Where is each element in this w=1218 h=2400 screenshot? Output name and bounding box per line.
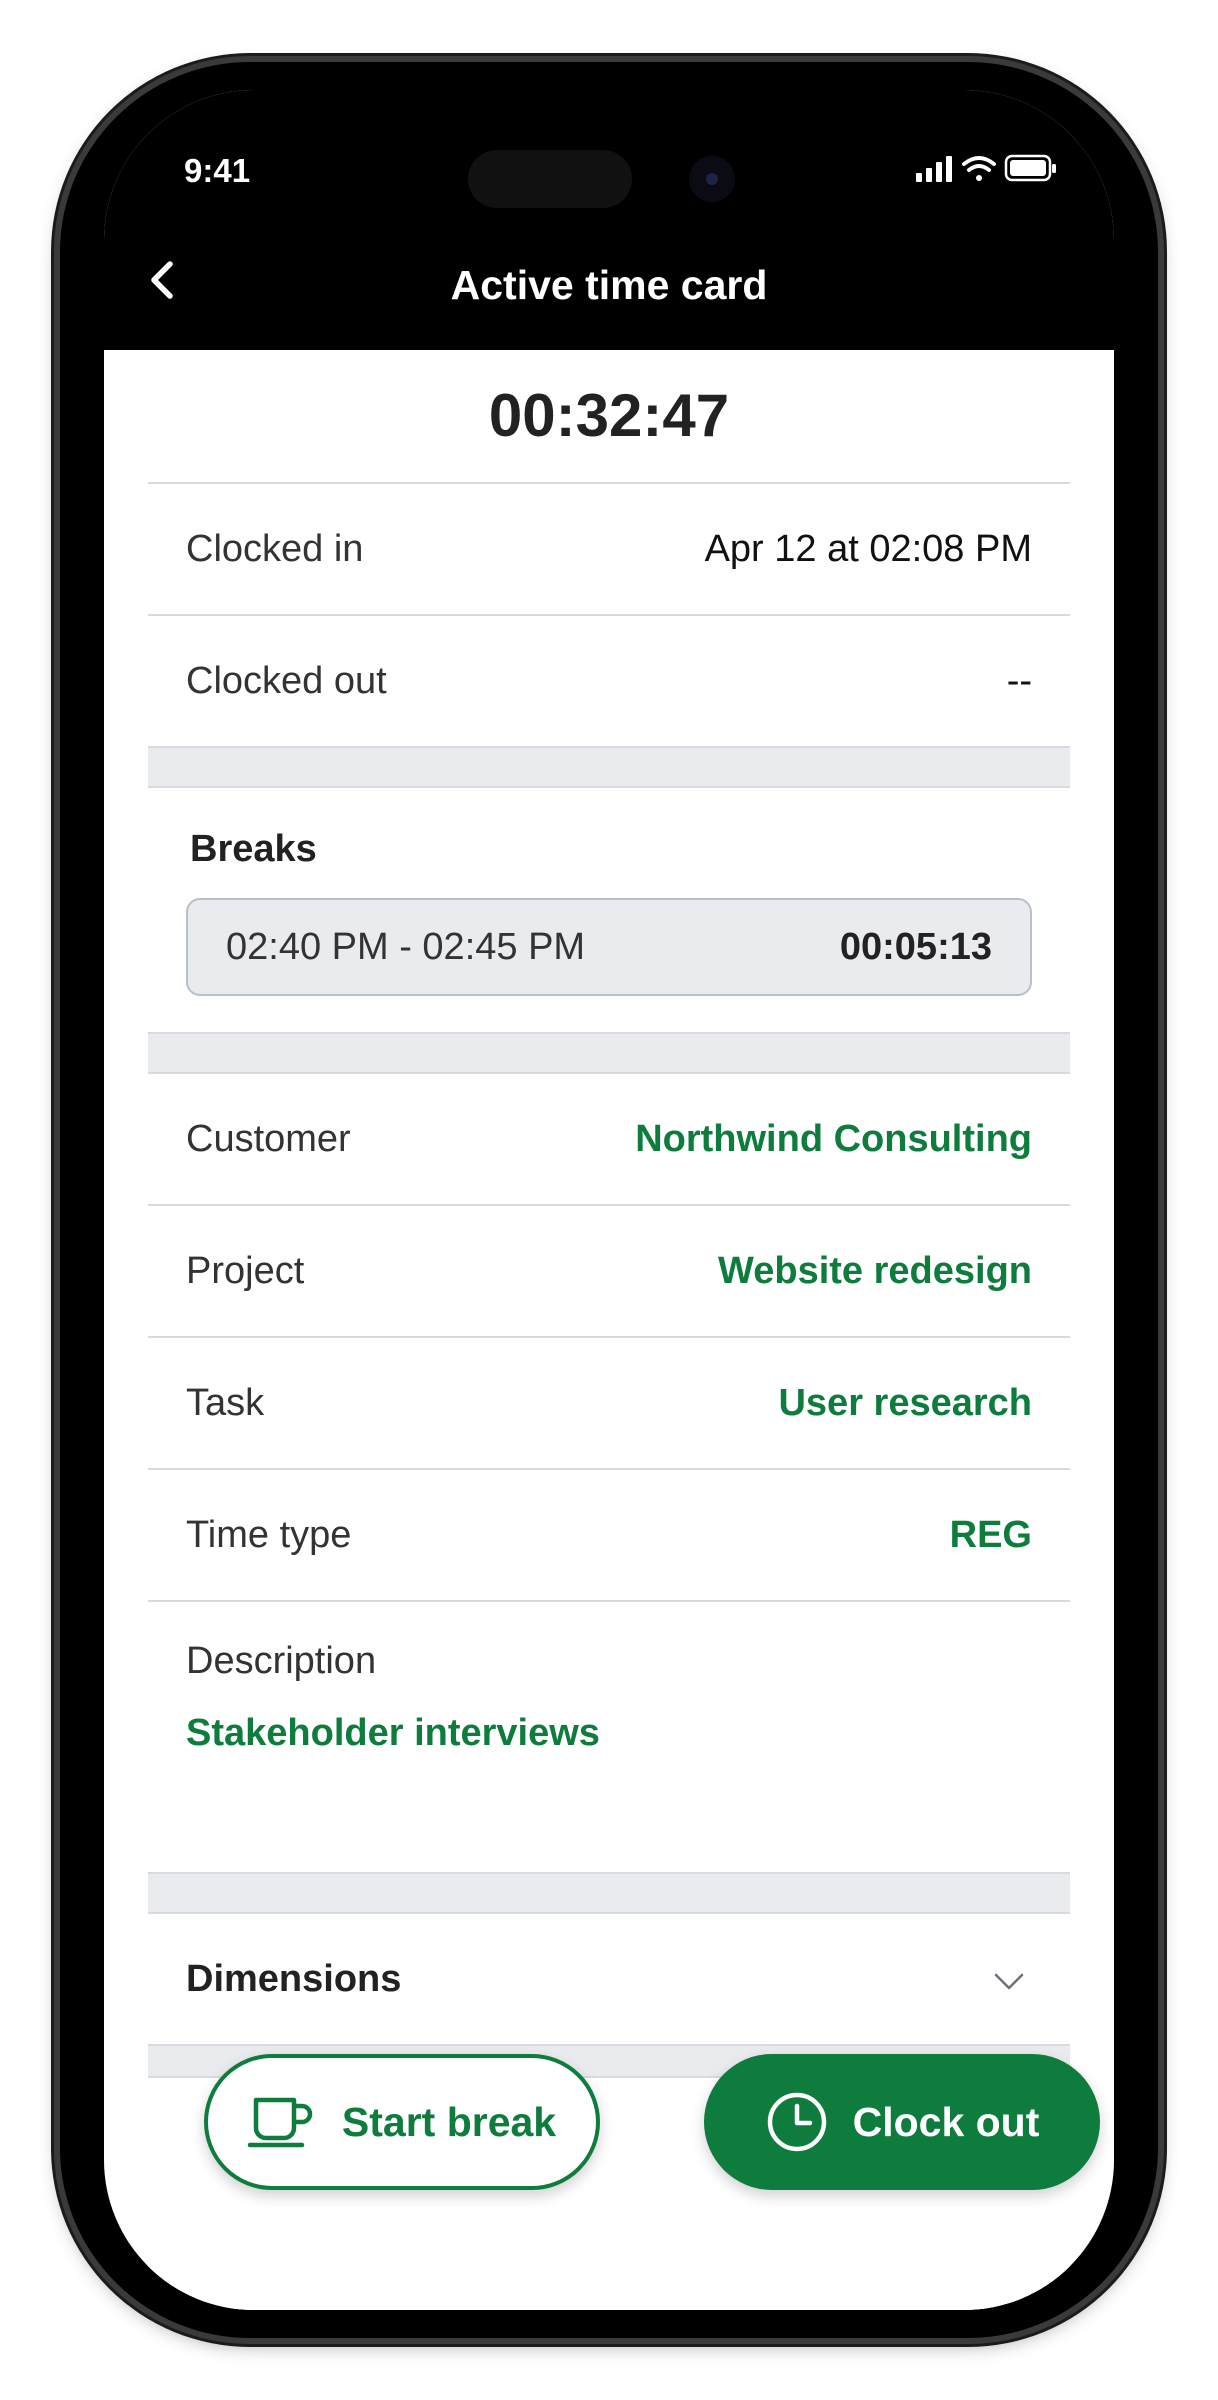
break-item[interactable]: 02:40 PM - 02:45 PM 00:05:13 <box>186 898 1032 996</box>
dynamic-island <box>468 150 632 208</box>
clocked-out-label: Clocked out <box>186 660 387 702</box>
section-divider <box>148 748 1070 788</box>
breaks-title: Breaks <box>190 828 317 870</box>
clocked-out-value: -- <box>1006 660 1032 702</box>
section-divider <box>148 1034 1070 1074</box>
clock-out-button[interactable]: Clock out <box>704 2054 1100 2190</box>
task-value[interactable]: User research <box>778 1338 1032 1468</box>
start-break-button[interactable]: Start break <box>204 2054 600 2190</box>
section-divider <box>148 1874 1070 1914</box>
clocked-in-label: Clocked in <box>186 528 364 570</box>
description-row[interactable]: Description Stakeholder interviews <box>148 1602 1070 1874</box>
clocked-in-value: Apr 12 at 02:08 PM <box>704 528 1032 570</box>
battery-icon <box>1004 154 1056 182</box>
description-value[interactable]: Stakeholder interviews <box>186 1712 600 1755</box>
phone-frame: 9:41 Active time card 00:32:47 Clocked i… <box>60 62 1158 2338</box>
screen: 9:41 Active time card 00:32:47 Clocked i… <box>104 90 1114 2310</box>
status-icons <box>916 152 1058 191</box>
customer-value[interactable]: Northwind Consulting <box>635 1074 1032 1204</box>
coffee-cup-icon <box>247 2097 313 2148</box>
time-type-row[interactable]: Time type REG <box>148 1470 1070 1602</box>
volume-down-button <box>52 880 60 1060</box>
break-duration: 00:05:13 <box>839 926 992 968</box>
clocked-in-row: Clocked in Apr 12 at 02:08 PM <box>148 484 1070 616</box>
project-label: Project <box>186 1250 305 1292</box>
breaks-section: Breaks 02:40 PM - 02:45 PM 00:05:13 <box>148 788 1070 1034</box>
elapsed-timer: 00:32:47 <box>148 350 1070 484</box>
clock-icon <box>767 2092 826 2152</box>
status-bar: 9:41 <box>104 90 1114 210</box>
time-type-value[interactable]: REG <box>950 1470 1032 1600</box>
action-button <box>52 500 60 600</box>
task-label: Task <box>186 1382 265 1424</box>
volume-up-button <box>52 660 60 840</box>
page-title: Active time card <box>450 262 768 308</box>
dimensions-row[interactable]: Dimensions <box>148 1914 1070 2046</box>
clock-out-label: Clock out <box>852 2098 1040 2145</box>
chevron-down-icon <box>994 1973 1024 1990</box>
project-row[interactable]: Project Website redesign <box>148 1206 1070 1338</box>
camera-icon <box>689 156 735 202</box>
customer-row[interactable]: Customer Northwind Consulting <box>148 1074 1070 1206</box>
break-range: 02:40 PM - 02:45 PM <box>226 926 586 968</box>
dimensions-label: Dimensions <box>186 1958 402 2000</box>
time-type-label: Time type <box>186 1514 352 1556</box>
task-row[interactable]: Task User research <box>148 1338 1070 1470</box>
project-value[interactable]: Website redesign <box>718 1206 1032 1336</box>
start-break-label: Start break <box>341 2098 557 2145</box>
status-time: 9:41 <box>184 152 251 189</box>
wifi-icon <box>962 156 996 181</box>
description-label: Description <box>186 1640 377 1682</box>
signal-icon <box>916 156 952 182</box>
customer-label: Customer <box>186 1118 351 1160</box>
time-card-content: 00:32:47 Clocked in Apr 12 at 02:08 PM C… <box>148 350 1070 2310</box>
nav-bar: Active time card <box>104 210 1114 350</box>
clocked-out-row: Clocked out -- <box>148 616 1070 748</box>
power-button <box>1158 790 1166 1070</box>
